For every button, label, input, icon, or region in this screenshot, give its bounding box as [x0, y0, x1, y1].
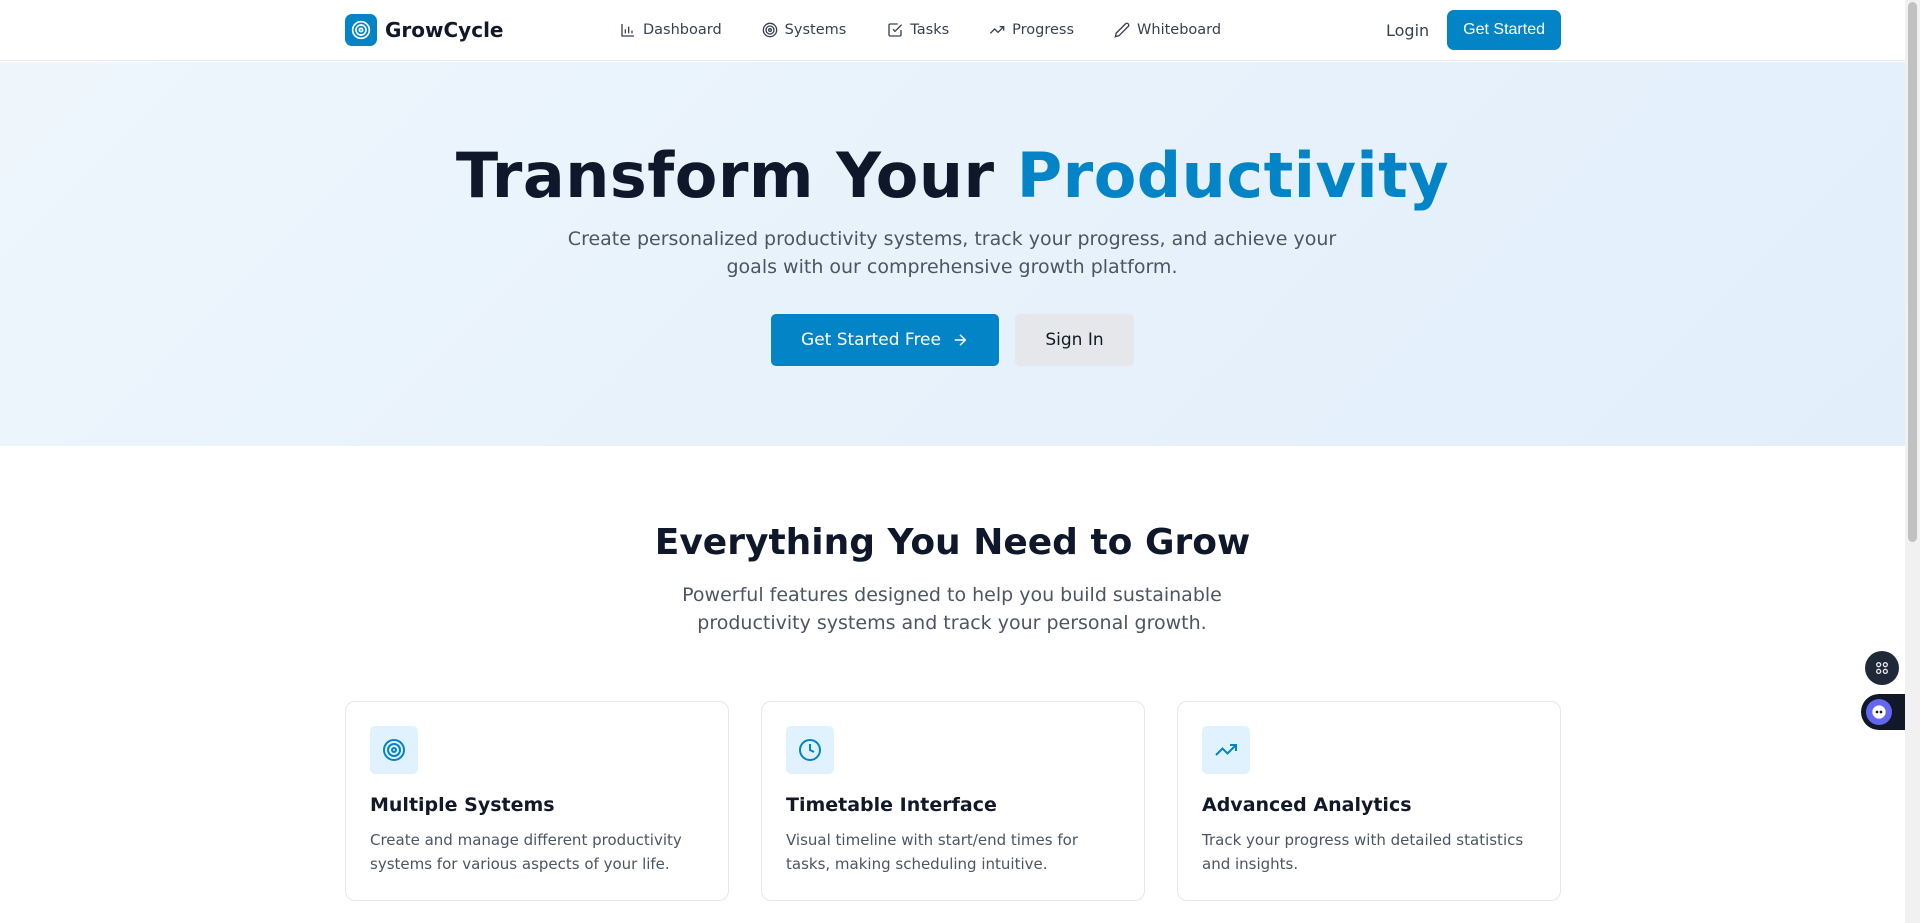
features-title: Everything You Need to Grow	[654, 522, 1251, 563]
feature-cards: Multiple Systems Create and manage diffe…	[345, 701, 1561, 901]
hero-title: Transform Your Productivity	[0, 139, 1905, 212]
bar-chart-icon	[621, 24, 634, 37]
hero-section: Transform Your Productivity Create perso…	[0, 62, 1905, 446]
nav-item-label: Tasks	[910, 22, 950, 38]
arrow-right-icon	[954, 334, 967, 346]
nav-item-whiteboard[interactable]: Whiteboard	[1114, 22, 1221, 38]
target-icon	[345, 14, 377, 46]
brand-logo[interactable]: GrowCycle	[345, 14, 504, 46]
nav-item-dashboard[interactable]: Dashboard	[620, 22, 722, 38]
bot-icon	[1866, 699, 1892, 725]
target-icon	[762, 22, 778, 38]
hero-subtitle: Create personalized productivity systems…	[567, 228, 1337, 278]
feature-card-title: Timetable Interface	[786, 794, 997, 816]
top-navbar: GrowCycle Dashboard Systems Tasks Progre…	[0, 0, 1905, 61]
nav-item-label: Progress	[1012, 22, 1075, 38]
trending-up-icon	[990, 26, 1005, 34]
nav-item-label: Whiteboard	[1137, 22, 1222, 38]
nav-links: Dashboard Systems Tasks Progress Whitebo…	[620, 22, 1261, 38]
feature-card-description: Visual timeline with start/end times for…	[786, 831, 1078, 873]
nav-item-tasks[interactable]: Tasks	[887, 22, 949, 38]
feature-card-description: Track your progress with detailed statis…	[1202, 831, 1524, 873]
feature-card-timetable-interface: Timetable Interface Visual timeline with…	[761, 701, 1145, 901]
checkbox-icon	[888, 23, 903, 37]
feature-card-title: Multiple Systems	[370, 794, 555, 816]
feature-card-multiple-systems: Multiple Systems Create and manage diffe…	[345, 701, 729, 901]
sign-in-button[interactable]: Sign In	[1015, 314, 1134, 366]
nav-item-label: Systems	[784, 22, 847, 38]
get-started-free-button[interactable]: Get Started Free	[771, 314, 999, 366]
nav-item-label: Dashboard	[643, 22, 722, 38]
clock-icon	[786, 726, 834, 774]
nav-item-systems[interactable]: Systems	[762, 22, 847, 38]
get-started-button[interactable]: Get Started	[1447, 10, 1561, 50]
nav-item-progress[interactable]: Progress	[989, 22, 1074, 38]
scrollbar-thumb[interactable]	[1908, 2, 1917, 542]
feature-card-advanced-analytics: Advanced Analytics Track your progress w…	[1177, 701, 1561, 901]
trending-up-icon	[1202, 726, 1250, 774]
brand-name: GrowCycle	[385, 18, 504, 42]
apps-widget-button[interactable]	[1865, 651, 1899, 685]
features-subtitle: Powerful features designed to help you b…	[682, 584, 1222, 634]
feature-card-title: Advanced Analytics	[1202, 794, 1412, 816]
grid-icon	[1876, 662, 1888, 674]
page-scrollbar[interactable]	[1905, 0, 1920, 923]
button-label: Get Started Free	[801, 330, 941, 350]
hero-title-main: Transform Your	[455, 139, 1017, 212]
target-icon	[370, 726, 418, 774]
hero-title-accent: Productivity	[1016, 139, 1450, 212]
feature-card-description: Create and manage different productivity…	[370, 831, 682, 873]
login-link[interactable]: Login	[1386, 21, 1429, 40]
assistant-widget-button[interactable]	[1861, 694, 1905, 730]
pencil-icon	[1114, 22, 1130, 38]
